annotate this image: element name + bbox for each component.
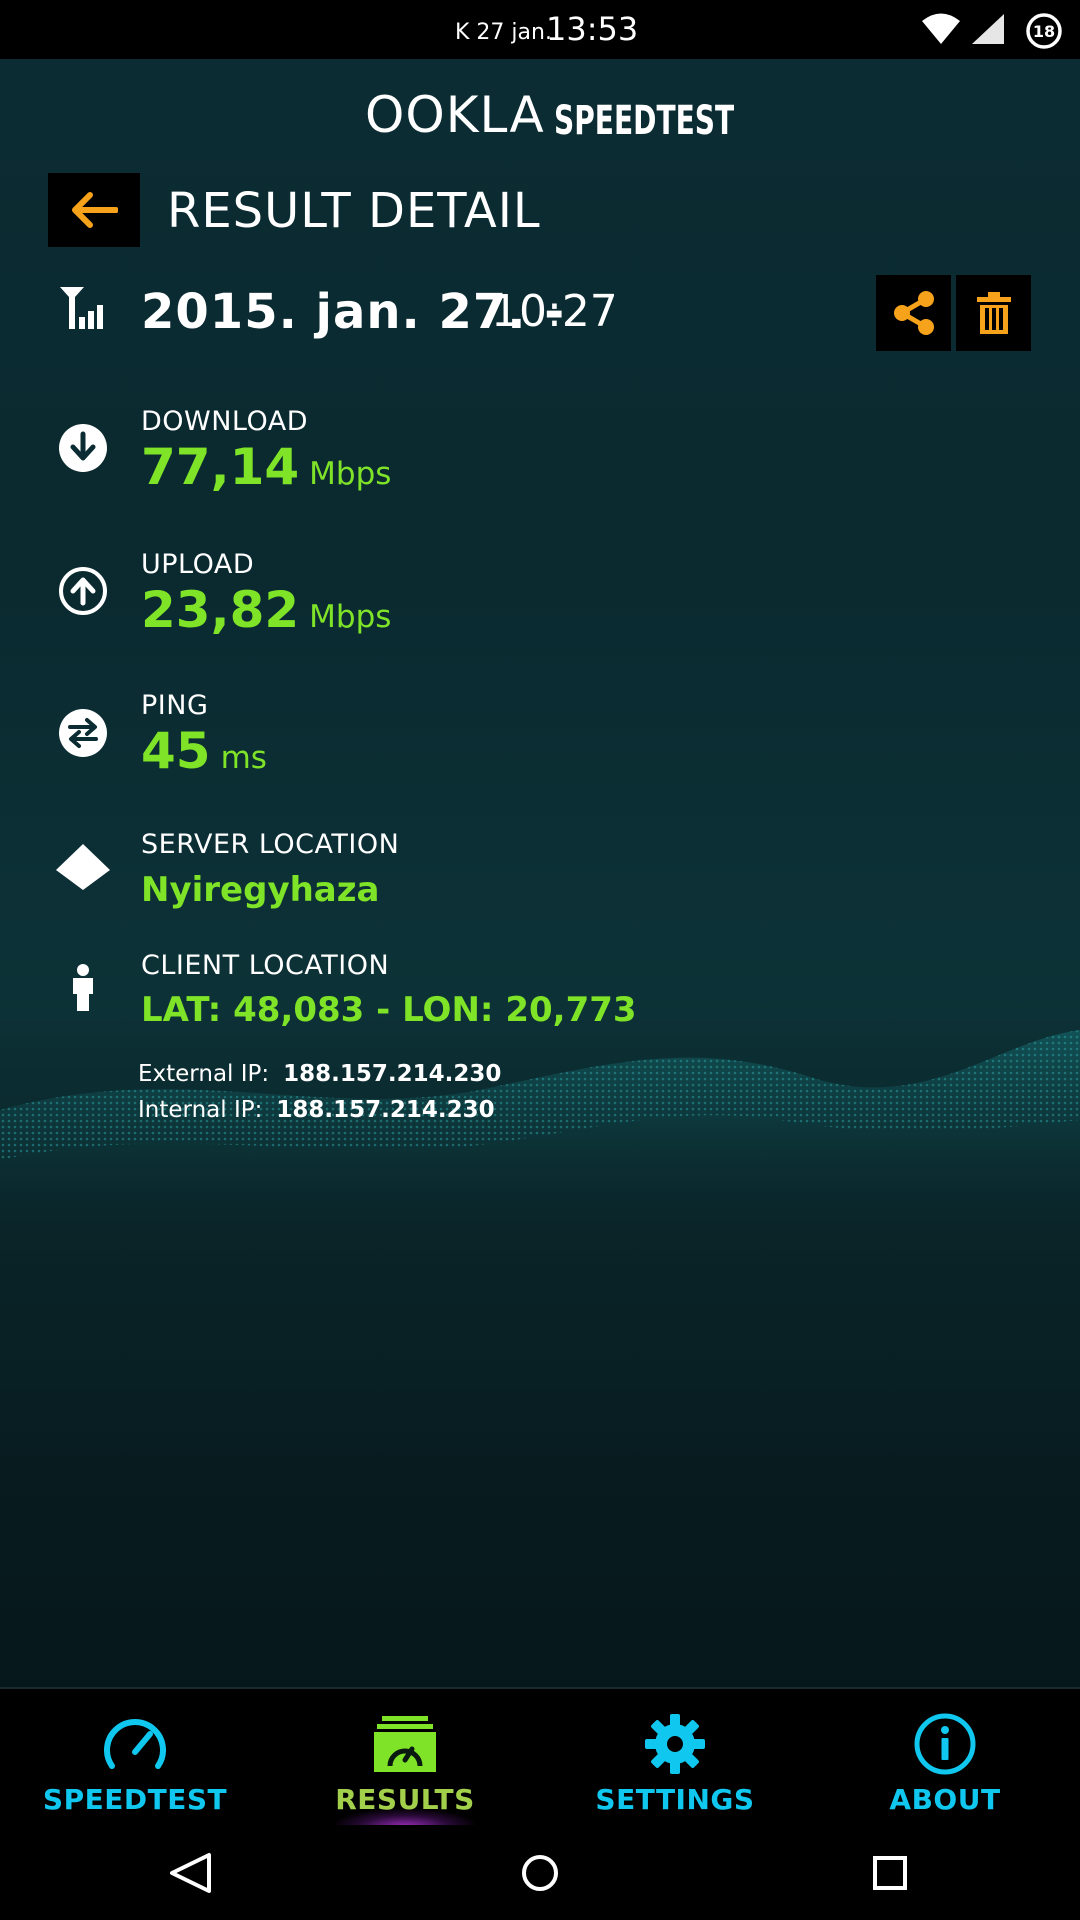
client-location-value: LAT: 48,083 - LON: 20,773 <box>141 990 637 1030</box>
ping-label: PING <box>141 690 209 721</box>
gear-icon <box>643 1711 707 1777</box>
brand-speedtest-logo: SPEEDTEST <box>554 98 735 144</box>
ping-icon <box>58 708 108 762</box>
server-location-label: SERVER LOCATION <box>141 829 400 860</box>
upload-label: UPLOAD <box>141 549 255 580</box>
download-value: 77,14 <box>141 438 300 496</box>
battery-icon: 18 <box>1024 11 1064 55</box>
wifi-icon <box>920 12 962 50</box>
back-button[interactable] <box>48 173 140 247</box>
recents-square-icon <box>873 1856 907 1890</box>
external-ip-label: External IP: <box>138 1061 270 1087</box>
tab-settings-label: SETTINGS <box>595 1783 755 1816</box>
ping-value: 45 <box>141 722 211 780</box>
external-ip-row: External IP: 188.157.214.230 <box>138 1061 501 1087</box>
brand-ookla-logo: OOKLA <box>365 86 545 144</box>
tab-about-label: ABOUT <box>889 1783 1001 1816</box>
share-icon <box>893 291 934 335</box>
ping-value-row: 45 ms <box>141 722 267 780</box>
download-icon <box>58 423 108 477</box>
signal-icon <box>58 285 110 335</box>
upload-unit: Mbps <box>309 599 392 635</box>
info-icon <box>913 1711 977 1777</box>
arrow-left-icon <box>72 192 118 228</box>
nav-back-button[interactable] <box>160 1848 220 1898</box>
tab-bar: SPEEDTEST RESULTS SETTINGS ABOUT <box>0 1687 1080 1827</box>
nav-recents-button[interactable] <box>860 1843 920 1903</box>
home-circle-icon <box>522 1855 558 1891</box>
trash-icon <box>976 292 1011 334</box>
status-time: 13:53 <box>546 10 639 48</box>
battery-level: 18 <box>1033 22 1055 41</box>
results-icon <box>372 1711 438 1777</box>
upload-value-row: 23,82 Mbps <box>141 581 391 639</box>
download-unit: Mbps <box>309 456 392 492</box>
speedometer-icon <box>102 1711 168 1777</box>
result-time: 10:27 <box>491 286 618 337</box>
page-title: RESULT DETAIL <box>167 183 541 239</box>
client-location-label: CLIENT LOCATION <box>141 950 390 981</box>
server-icon <box>54 842 112 896</box>
internal-ip-row: Internal IP: 188.157.214.230 <box>138 1097 495 1123</box>
cell-signal-icon <box>970 12 1006 50</box>
status-date: K 27 jan. <box>455 20 552 45</box>
download-value-row: 77,14 Mbps <box>141 438 391 496</box>
tab-speedtest[interactable]: SPEEDTEST <box>35 1689 235 1827</box>
download-label: DOWNLOAD <box>141 406 309 437</box>
upload-value: 23,82 <box>141 581 300 639</box>
tab-about[interactable]: ABOUT <box>845 1689 1045 1827</box>
tab-settings[interactable]: SETTINGS <box>575 1689 775 1827</box>
nav-home-button[interactable] <box>510 1843 570 1903</box>
tab-speedtest-label: SPEEDTEST <box>42 1783 228 1816</box>
internal-ip-value: 188.157.214.230 <box>276 1097 495 1123</box>
person-icon <box>70 964 96 1016</box>
tab-results[interactable]: RESULTS <box>300 1689 510 1827</box>
delete-button[interactable] <box>956 275 1031 351</box>
external-ip-value: 188.157.214.230 <box>283 1061 502 1087</box>
server-location-value: Nyiregyhaza <box>141 870 380 910</box>
share-button[interactable] <box>876 275 951 351</box>
back-triangle-icon <box>170 1853 211 1893</box>
internal-ip-label: Internal IP: <box>138 1097 263 1123</box>
ping-unit: ms <box>220 740 267 776</box>
upload-icon <box>58 566 108 620</box>
